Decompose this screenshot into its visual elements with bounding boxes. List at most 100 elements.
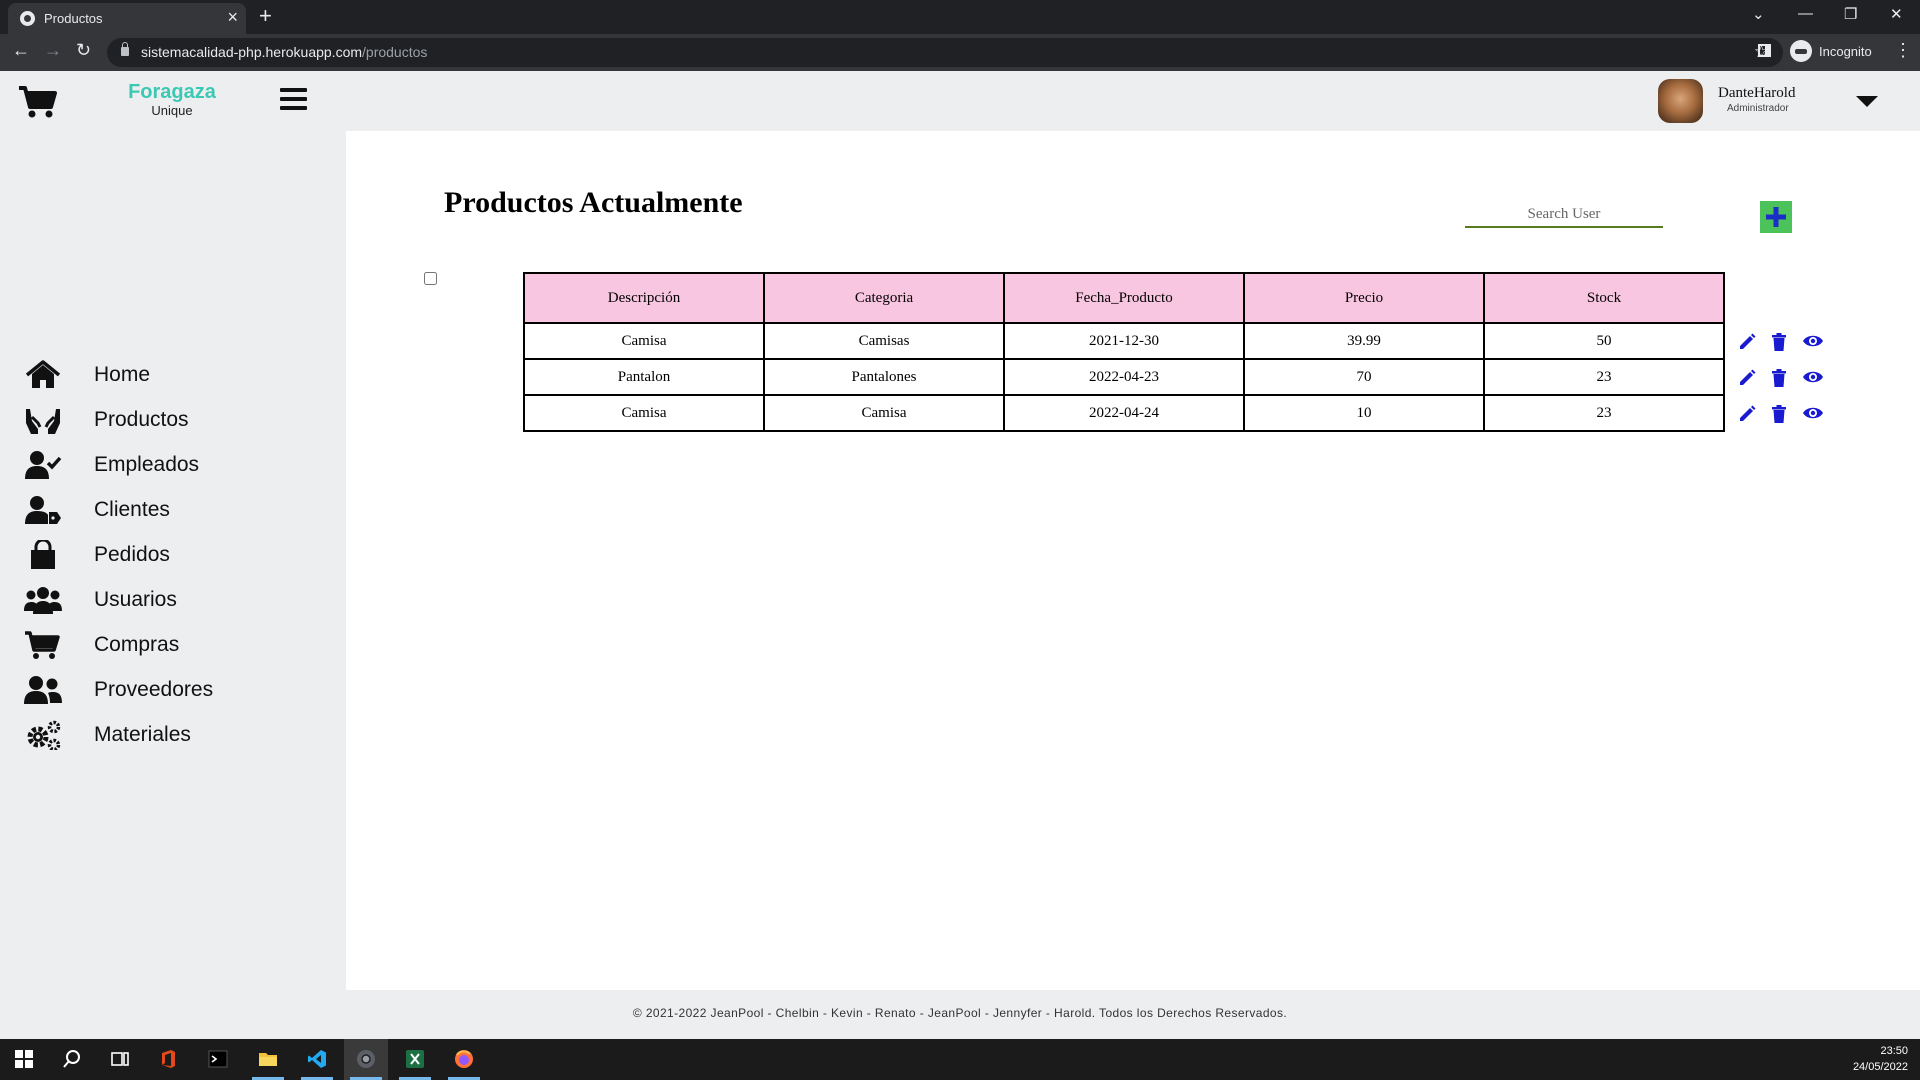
edit-pencil-icon[interactable]	[1738, 369, 1756, 387]
url-path: /productos	[362, 44, 428, 60]
hands-holding-icon	[26, 409, 60, 434]
avatar[interactable]	[1658, 79, 1703, 123]
search-icon	[63, 1050, 80, 1068]
sidebar-item-clientes[interactable]: Clientes	[24, 492, 324, 528]
add-product-button[interactable]	[1760, 201, 1792, 233]
table-row: Camisa Camisas 2021-12-30 39.99 50	[523, 322, 1725, 360]
delete-trash-icon[interactable]	[1771, 405, 1787, 423]
close-window-button[interactable]: ✕	[1890, 5, 1903, 23]
clock-time: 23:50	[1880, 1045, 1908, 1057]
brand-subtitle: Unique	[151, 103, 193, 118]
table-cell: 2022-04-24	[1003, 394, 1245, 432]
brand[interactable]: Foragaza Unique	[112, 81, 232, 118]
table-cell: 10	[1243, 394, 1485, 432]
column-header[interactable]: Descripción	[523, 272, 765, 324]
taskbar-office-app[interactable]	[146, 1039, 190, 1080]
sidebar-item-label: Compras	[94, 633, 180, 656]
forward-button[interactable]: →	[44, 40, 62, 61]
user-tag-icon	[25, 496, 61, 524]
task-view-icon	[111, 1052, 129, 1066]
sidebar-item-label: Productos	[94, 408, 189, 431]
menu-toggle-icon[interactable]	[280, 88, 307, 115]
side-panel-icon[interactable]	[1758, 44, 1771, 57]
taskbar-file-explorer[interactable]	[246, 1039, 290, 1080]
sidebar-item-materiales[interactable]: Materiales	[24, 717, 324, 753]
table-cell: 50	[1483, 322, 1725, 360]
taskbar-terminal-app[interactable]	[196, 1039, 240, 1080]
table-cell: Pantalones	[763, 358, 1005, 396]
column-header[interactable]: Stock	[1483, 272, 1725, 324]
incognito-label[interactable]: Incognito	[1819, 44, 1872, 59]
reload-button[interactable]: ↻	[76, 40, 91, 61]
user-menu-caret-icon[interactable]	[1856, 96, 1878, 107]
delete-trash-icon[interactable]	[1771, 369, 1787, 387]
footer-copyright: © 2021-2022 JeanPool - Chelbin - Kevin -…	[632, 1006, 1288, 1020]
task-view-button[interactable]	[98, 1039, 142, 1080]
sidebar-item-home[interactable]: Home	[24, 357, 324, 393]
new-tab-button[interactable]: +	[259, 4, 272, 28]
sidebar-item-label: Usuarios	[94, 588, 177, 611]
sidebar-item-proveedores[interactable]: Proveedores	[24, 672, 324, 708]
table-cell: Camisa	[523, 322, 765, 360]
address-bar[interactable]: sistemacalidad-php.herokuapp.com/product…	[107, 38, 1783, 67]
sidebar-item-empleados[interactable]: Empleados	[24, 447, 324, 483]
lock-icon	[121, 42, 129, 56]
back-button[interactable]: ←	[12, 40, 30, 61]
user-friends-icon	[24, 676, 62, 704]
browser-tab[interactable]: Productos ×	[8, 3, 246, 34]
view-eye-icon[interactable]	[1803, 333, 1823, 349]
table-cell: 23	[1483, 394, 1725, 432]
sidebar-item-compras[interactable]: Compras	[24, 627, 324, 663]
sidebar-item-label: Pedidos	[94, 543, 170, 566]
tab-favicon-icon	[20, 11, 35, 26]
taskbar-excel[interactable]	[393, 1039, 437, 1080]
select-all-checkbox[interactable]	[424, 272, 437, 285]
products-table: Descripción Categoria Fecha_Producto Pre…	[523, 272, 1725, 432]
column-header[interactable]: Precio	[1243, 272, 1485, 324]
tab-close-icon[interactable]: ×	[227, 7, 238, 27]
cart-logo-icon[interactable]	[18, 85, 58, 119]
sidebar-item-label: Proveedores	[94, 678, 214, 701]
users-icon	[24, 587, 62, 614]
taskbar-firefox[interactable]	[442, 1039, 486, 1080]
view-eye-icon[interactable]	[1803, 369, 1823, 385]
vscode-icon	[308, 1050, 326, 1068]
start-button[interactable]	[2, 1039, 46, 1080]
delete-trash-icon[interactable]	[1771, 333, 1787, 351]
view-eye-icon[interactable]	[1803, 405, 1823, 421]
plus-icon	[1766, 207, 1786, 227]
sidebar-item-usuarios[interactable]: Usuarios	[24, 582, 324, 618]
sidebar-item-productos[interactable]: Productos	[24, 402, 324, 438]
main-content: Productos Actualmente Descripción Catego…	[346, 131, 1920, 990]
edit-pencil-icon[interactable]	[1738, 405, 1756, 423]
taskbar: 23:50 24/05/2022	[0, 1039, 1920, 1080]
taskbar-chrome[interactable]	[344, 1039, 388, 1080]
table-cell: 2021-12-30	[1003, 322, 1245, 360]
office-icon	[162, 1050, 175, 1068]
table-cell: Camisas	[763, 322, 1005, 360]
taskbar-vscode[interactable]	[295, 1039, 339, 1080]
cogs-icon	[27, 720, 61, 750]
brand-name: Foragaza	[128, 81, 216, 103]
taskbar-search-button[interactable]	[50, 1039, 94, 1080]
chrome-icon	[357, 1050, 375, 1068]
column-header[interactable]: Categoria	[763, 272, 1005, 324]
user-role: Administrador	[1727, 103, 1789, 114]
sidebar-item-pedidos[interactable]: Pedidos	[24, 537, 324, 573]
row-actions	[1738, 360, 1838, 396]
browser-menu-icon[interactable]: ⋮	[1894, 40, 1912, 61]
user-check-icon	[25, 451, 62, 479]
table-cell: 2022-04-23	[1003, 358, 1245, 396]
system-clock[interactable]: 23:50 24/05/2022	[1853, 1043, 1908, 1075]
restore-button[interactable]: ❐	[1844, 5, 1857, 23]
app-header: Foragaza Unique DanteHarold Administrado…	[0, 71, 1920, 131]
minimize-button[interactable]: —	[1798, 5, 1813, 22]
edit-pencil-icon[interactable]	[1738, 333, 1756, 351]
footer: © 2021-2022 JeanPool - Chelbin - Kevin -…	[0, 990, 1920, 1039]
cart-icon	[25, 631, 60, 659]
tab-search-chevron-icon[interactable]: ⌄	[1752, 5, 1765, 23]
incognito-icon[interactable]	[1790, 40, 1812, 62]
table-cell: 23	[1483, 358, 1725, 396]
search-input[interactable]	[1465, 202, 1663, 228]
column-header[interactable]: Fecha_Producto	[1003, 272, 1245, 324]
